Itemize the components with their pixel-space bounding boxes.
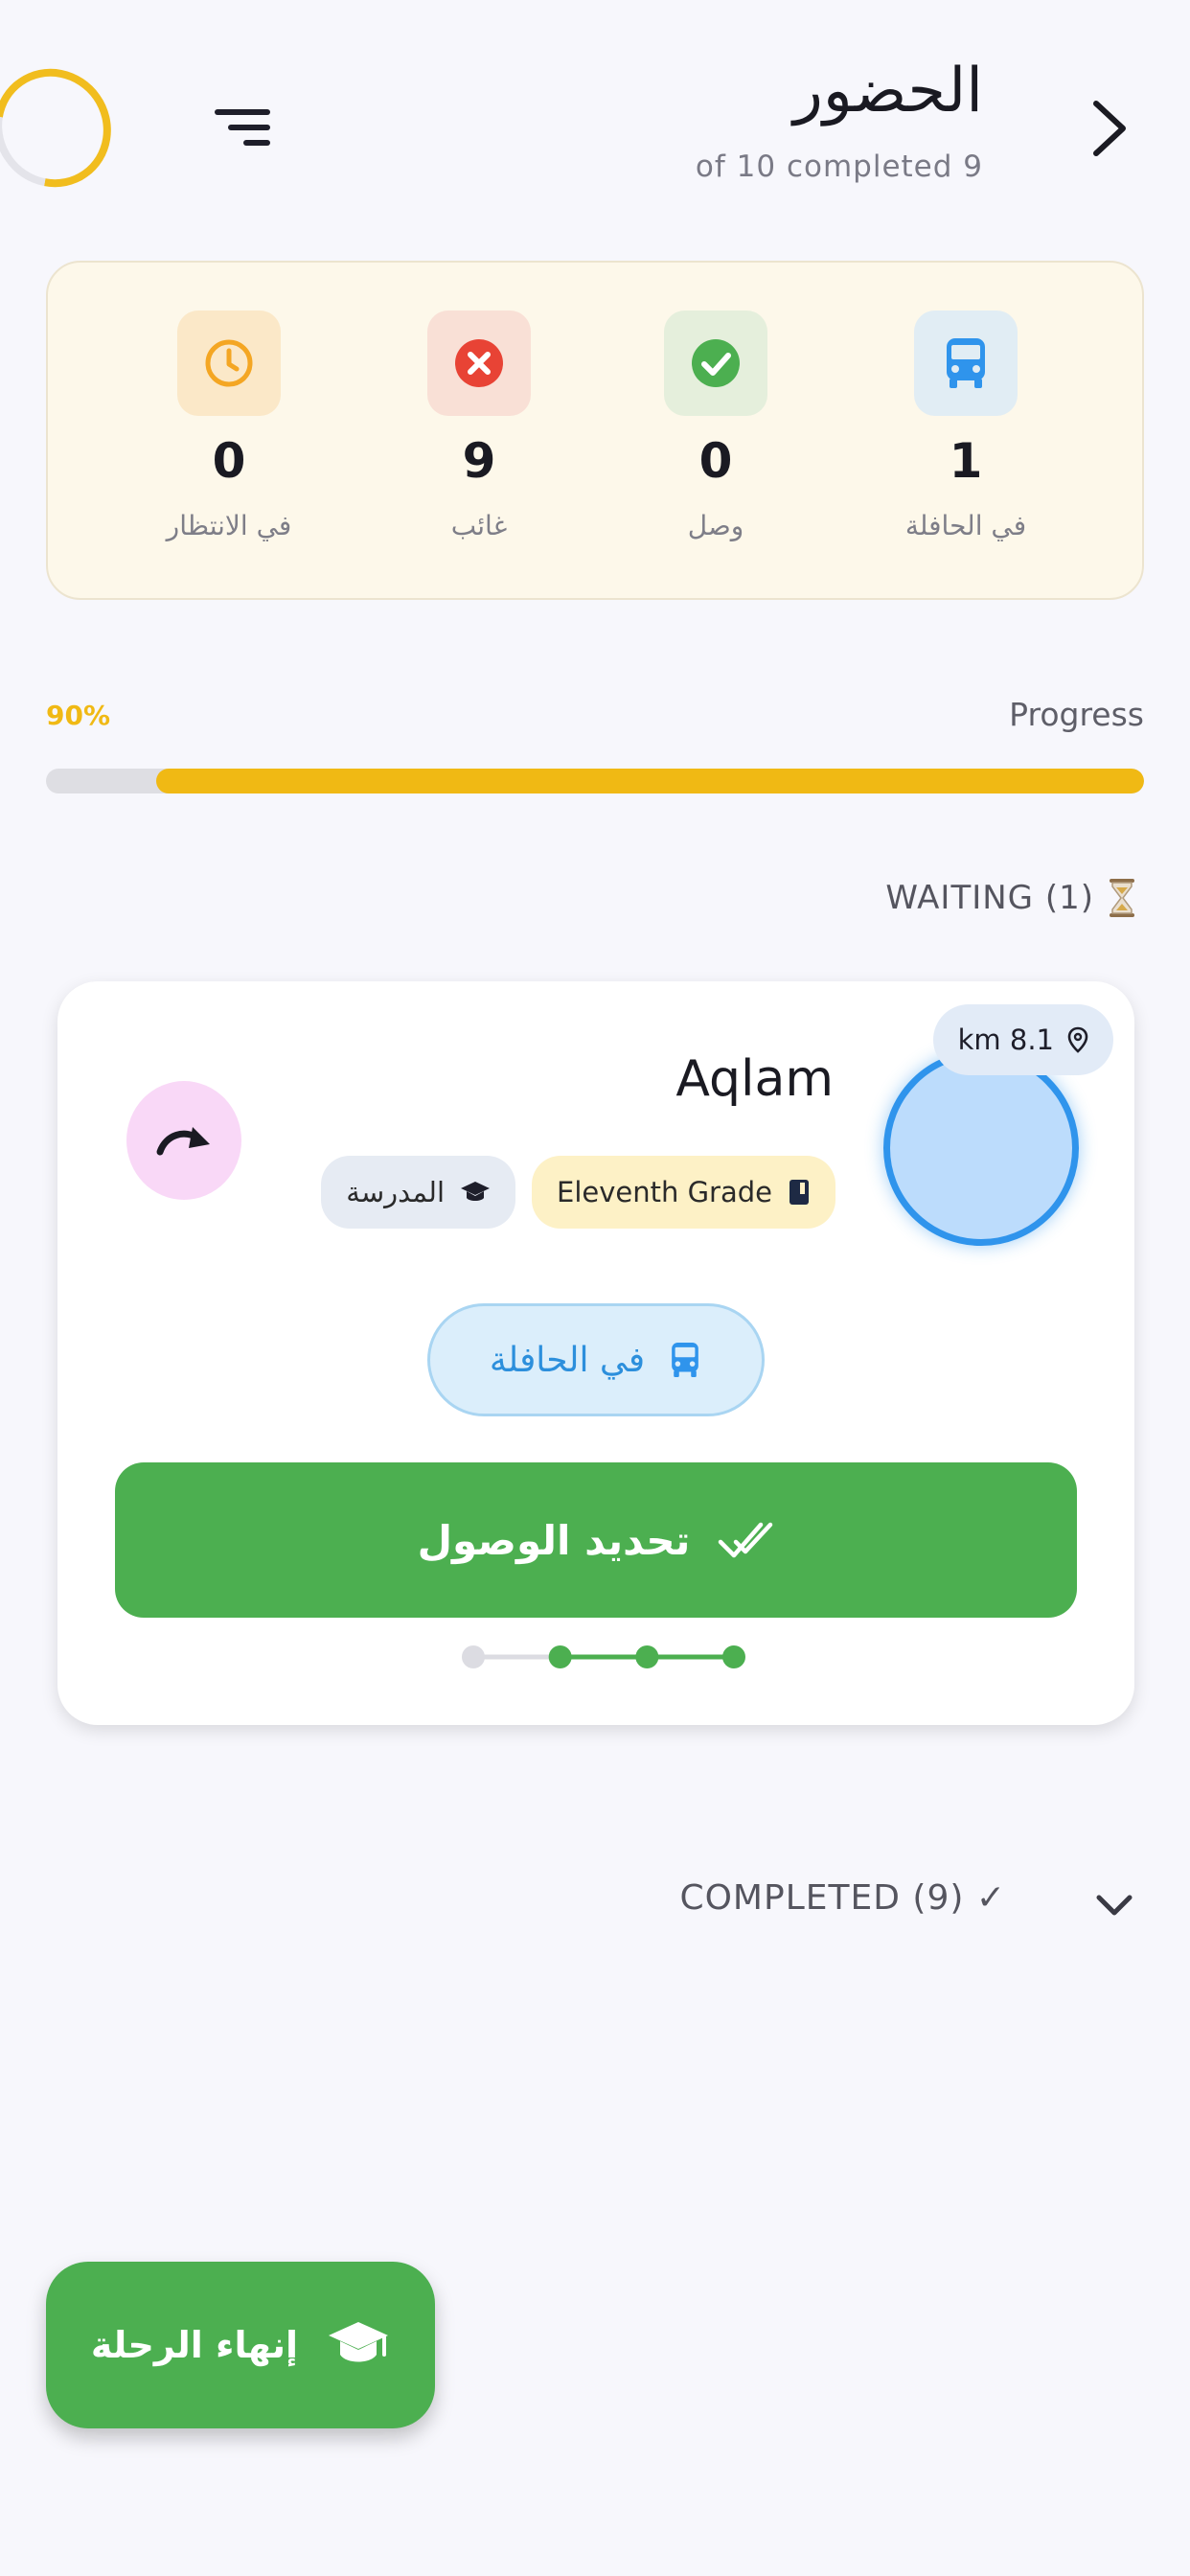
stat-value: 1 (949, 433, 983, 489)
student-card: Aqlam km 8.1 Eleventh Grade المدرسة في ا… (57, 981, 1134, 1725)
student-avatar (883, 1050, 1079, 1246)
bus-icon (914, 310, 1018, 416)
progress-bar (46, 769, 1144, 794)
school-label: المدرسة (346, 1176, 445, 1208)
progress-fill (155, 769, 1144, 794)
graduation-cap-icon (461, 1182, 490, 1201)
graduation-cap-icon (329, 2322, 389, 2362)
page-subtitle: of 10 completed 9 (695, 150, 983, 184)
waiting-header-label: WAITING (1) (885, 879, 1094, 917)
waiting-section-header: WAITING (1) (885, 878, 1136, 918)
stat-waiting: 0 في الانتظار (124, 310, 334, 541)
grade-chip: Eleventh Grade (532, 1156, 835, 1229)
navigate-button[interactable] (126, 1081, 241, 1200)
x-circle-icon (427, 310, 531, 416)
step-dot (722, 1645, 745, 1668)
stat-label: في الانتظار (166, 510, 292, 541)
bus-icon (672, 1343, 698, 1377)
redo-arrow-icon (156, 1127, 210, 1156)
book-icon (790, 1180, 809, 1205)
bus-status-label: في الحافلة (489, 1340, 646, 1380)
stat-in-bus: 1 في الحافلة (860, 310, 1071, 541)
double-check-icon (719, 1522, 773, 1558)
progress-label: Progress (1009, 696, 1144, 733)
stat-absent: 9 غائب (374, 310, 584, 541)
progress-ring-icon (0, 45, 134, 211)
step-dot (462, 1645, 485, 1668)
stat-value: 0 (212, 433, 246, 489)
page-title: الحضور (792, 56, 983, 126)
location-pin-icon (1067, 1026, 1088, 1053)
attendance-summary-card: 1 في الحافلة 0 وصل 9 غائب 0 في الانتظار (46, 261, 1144, 600)
chevron-down-icon[interactable] (1094, 1892, 1134, 1919)
clock-icon (177, 310, 281, 416)
mark-arrival-label: تحديد الوصول (417, 1516, 691, 1564)
distance-badge: km 8.1 (932, 1004, 1113, 1075)
bus-status-badge[interactable]: في الحافلة (427, 1303, 765, 1416)
school-chip: المدرسة (321, 1156, 515, 1229)
chevron-right-icon[interactable] (1088, 98, 1131, 159)
stat-value: 0 (698, 433, 733, 489)
stat-label: غائب (450, 510, 508, 541)
stat-label: وصل (687, 510, 744, 541)
completed-section-header[interactable]: COMPLETED (9) ✓ (679, 1878, 1006, 1918)
end-trip-label: إنهاء الرحلة (90, 2324, 299, 2366)
step-dot (548, 1645, 572, 1668)
stat-label: في الحافلة (904, 510, 1027, 541)
hourglass-icon (1110, 879, 1134, 917)
stat-value: 9 (462, 433, 496, 489)
filter-icon[interactable] (213, 105, 270, 150)
distance-value: km 8.1 (957, 1024, 1054, 1056)
grade-label: Eleventh Grade (557, 1176, 772, 1208)
step-indicator (462, 1645, 745, 1668)
check-circle-icon (664, 310, 767, 416)
student-name: Aqlam (675, 1050, 834, 1108)
end-trip-button[interactable]: إنهاء الرحلة (46, 2262, 435, 2428)
step-dot (635, 1645, 659, 1668)
stat-arrived: 0 وصل (610, 310, 821, 541)
mark-arrival-button[interactable]: تحديد الوصول (115, 1462, 1077, 1618)
progress-percent: 90% (46, 700, 111, 731)
